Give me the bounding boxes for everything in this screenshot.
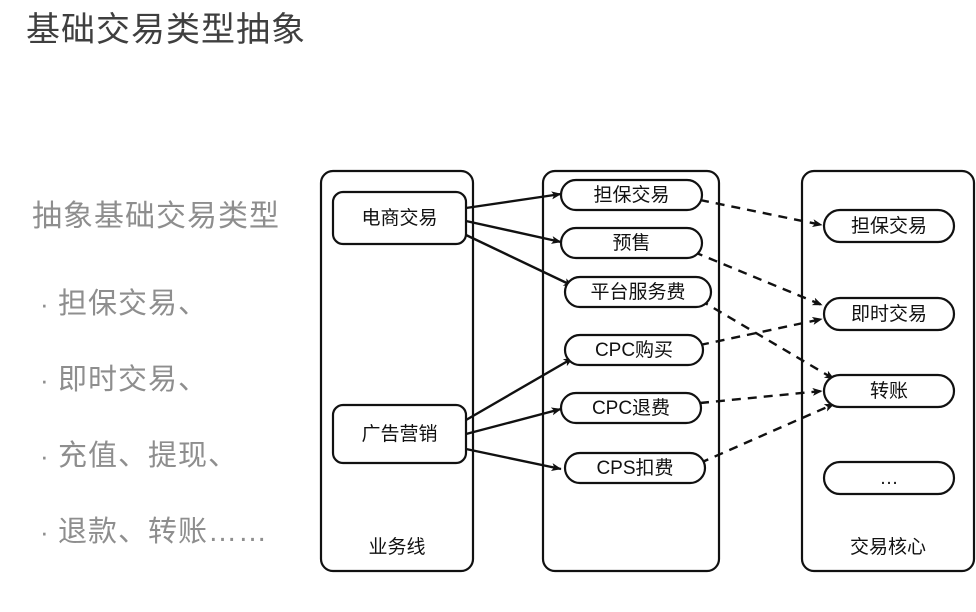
link-cpc-purchase-to-instant	[699, 317, 823, 347]
link-escrow-mid-to-escrow-core	[699, 198, 823, 228]
link-ad-to-cps-deduction	[465, 447, 562, 471]
link-ad-to-cpc-refund	[465, 407, 562, 436]
link-platform-fee-to-transfer	[699, 298, 835, 381]
lane-middle	[541, 169, 721, 573]
link-presale-to-instant	[693, 250, 823, 307]
node-label: CPC退费	[592, 397, 670, 419]
list-item: · 充值、提现、	[0, 418, 312, 494]
node-label: 电商交易	[361, 207, 437, 229]
link-ecommerce-to-platform-fee	[465, 233, 574, 288]
link-ad-to-cpc-purchase	[465, 356, 574, 422]
list-item-label: 充值、提现、	[58, 440, 239, 472]
bullet-dot-icon: ·	[40, 365, 49, 395]
node-label: CPS扣费	[596, 457, 673, 479]
lane-label-trade-core: 交易核心	[850, 536, 926, 558]
lane-label-business-line: 业务线	[368, 536, 425, 558]
bullet-dot-icon: ·	[40, 441, 49, 471]
node-label: 担保交易	[851, 215, 927, 237]
link-ecommerce-to-escrow	[465, 191, 562, 210]
node-label: 平台服务费	[590, 281, 685, 303]
left-summary-panel: 抽象基础交易类型 · 担保交易、 · 即时交易、 · 充值、提现、 · 退款、转…	[0, 196, 312, 570]
list-item-label: 即时交易、	[58, 364, 209, 396]
list-item-label: 退款、转账……	[58, 516, 269, 548]
list-item: · 担保交易、	[0, 266, 312, 342]
node-ellipsis[interactable]: …	[822, 460, 956, 496]
node-label: 预售	[612, 232, 650, 254]
node-ad-marketing[interactable]: 广告营销	[331, 403, 468, 465]
node-escrow-trade-mid[interactable]: 担保交易	[559, 178, 704, 212]
list-item: · 即时交易、	[0, 342, 312, 418]
node-label: 担保交易	[593, 184, 669, 206]
left-panel-heading: 抽象基础交易类型	[32, 200, 280, 233]
node-cpc-purchase[interactable]: CPC购买	[563, 333, 705, 367]
node-presale[interactable]: 预售	[559, 226, 704, 260]
lane-trade-core	[800, 169, 976, 573]
node-transfer[interactable]: 转账	[822, 373, 956, 409]
link-ecommerce-to-presale	[465, 219, 562, 244]
link-cpc-refund-to-transfer	[699, 387, 823, 405]
node-platform-service-fee[interactable]: 平台服务费	[563, 275, 713, 309]
node-ecommerce-trade[interactable]: 电商交易	[331, 190, 468, 246]
page-title: 基础交易类型抽象	[26, 11, 306, 49]
abstract-trade-type-list: · 担保交易、 · 即时交易、 · 充值、提现、 · 退款、转账……	[0, 266, 312, 570]
node-label: …	[880, 468, 899, 489]
node-label: 即时交易	[851, 303, 927, 325]
node-label: CPC购买	[595, 339, 673, 361]
link-cps-deduction-to-transfer	[699, 402, 835, 465]
node-cpc-refund[interactable]: CPC退费	[559, 391, 703, 425]
bullet-dot-icon: ·	[40, 289, 49, 319]
node-instant-trade[interactable]: 即时交易	[822, 296, 956, 332]
list-item-label: 担保交易、	[58, 288, 209, 320]
list-item: · 退款、转账……	[0, 494, 312, 570]
node-cps-deduction[interactable]: CPS扣费	[563, 451, 707, 485]
node-label: 广告营销	[361, 423, 437, 445]
bullet-dot-icon: ·	[40, 517, 49, 547]
node-escrow-trade-core[interactable]: 担保交易	[822, 208, 956, 244]
node-label: 转账	[870, 380, 908, 402]
lane-business-line	[319, 169, 475, 573]
